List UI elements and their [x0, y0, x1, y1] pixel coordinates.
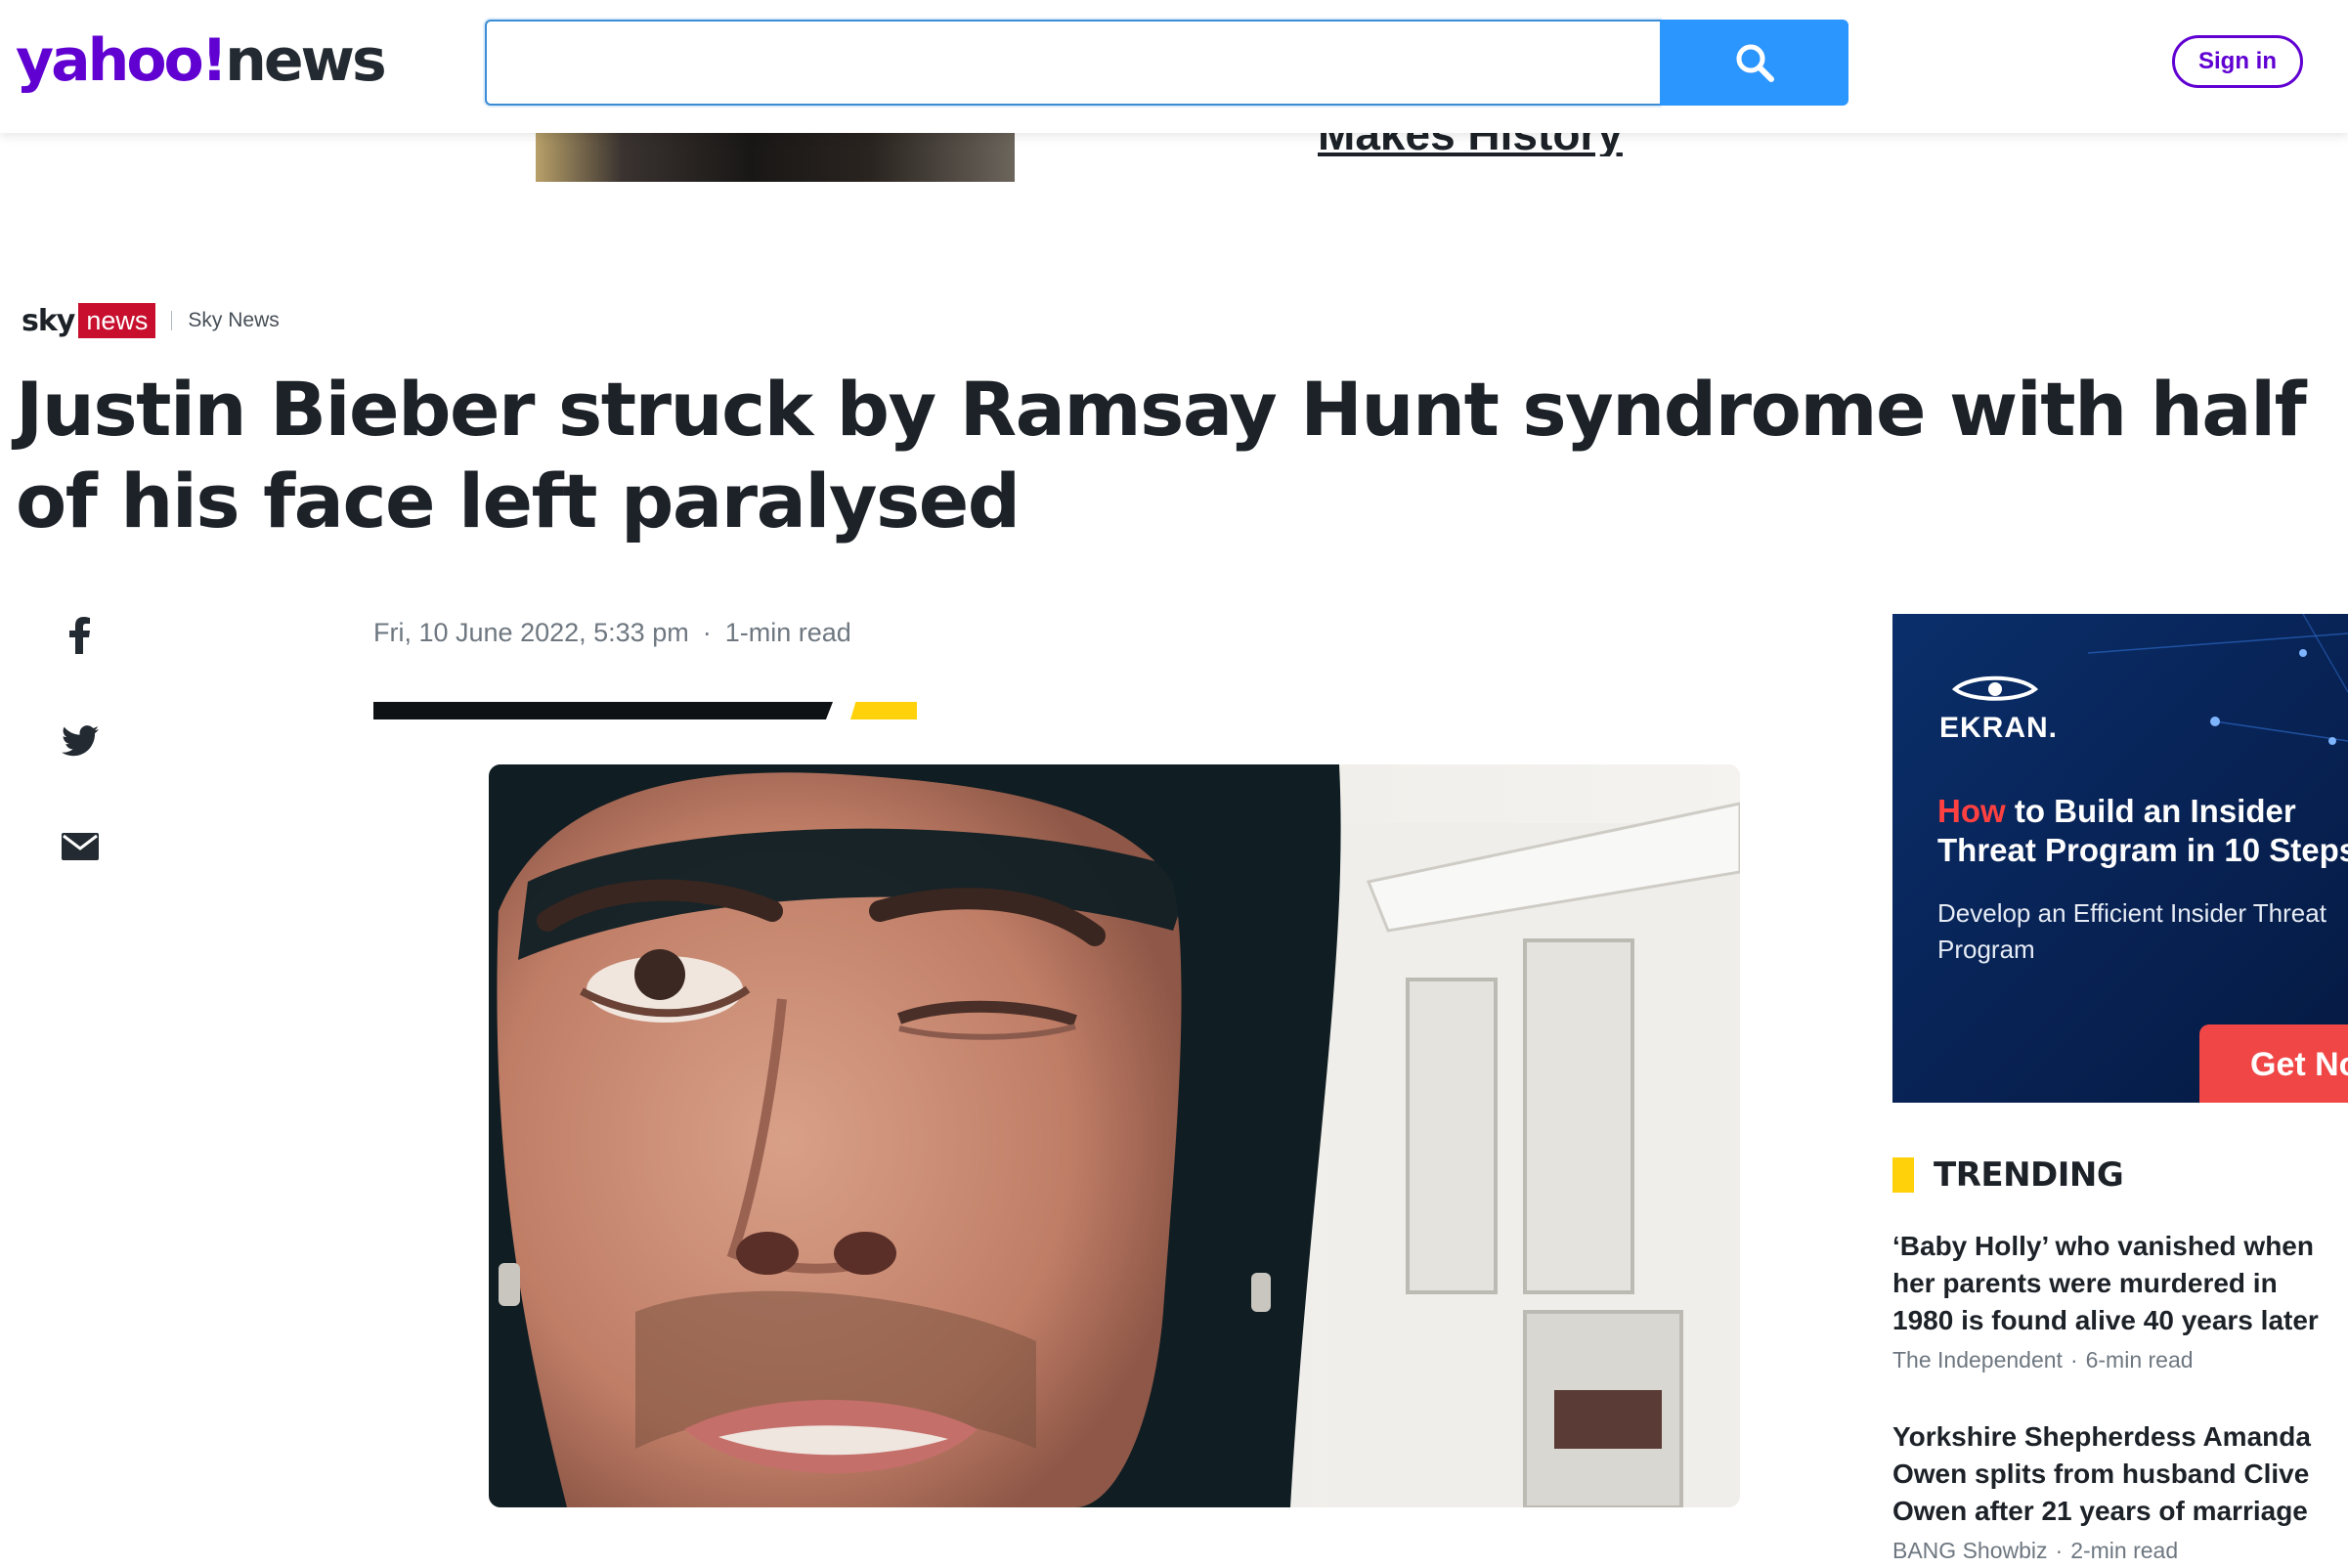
- sky-logo-text: sky: [22, 303, 75, 338]
- article-headline: Justin Bieber struck by Ramsay Hunt synd…: [16, 366, 2307, 544]
- site-header: yahoo!news Sign in: [0, 0, 2348, 133]
- ad-title-line1: to Build an Insider: [2005, 793, 2296, 829]
- ad-title-highlight: How: [1937, 793, 2006, 829]
- trending-item-separator: ·: [2069, 1347, 2078, 1372]
- ad-cta-button[interactable]: Get Now: [2199, 1024, 2348, 1103]
- trending-item-title[interactable]: ‘Baby Holly’ who vanished when her paren…: [1892, 1228, 2323, 1339]
- ad-title: How to Build an Insider Threat Program i…: [1937, 792, 2348, 870]
- trending-label: TRENDING: [1934, 1155, 2124, 1195]
- ad-brand: EKRAN.: [1939, 712, 2059, 744]
- twitter-icon: [62, 725, 99, 757]
- trending-item[interactable]: ‘Baby Holly’ who vanished when her paren…: [1892, 1228, 2323, 1373]
- logo-news-text: news: [225, 26, 387, 95]
- trending-item-meta: The Independent · 6-min read: [1892, 1347, 2323, 1373]
- trending-item-title[interactable]: Yorkshire Shepherdess Amanda Owen splits…: [1892, 1418, 2323, 1530]
- ad-title-line2: Threat Program in 10 Steps: [1937, 832, 2348, 868]
- divider-bar-yellow: [850, 702, 917, 719]
- trending-item-read-time: 2-min read: [2070, 1538, 2179, 1563]
- search-input[interactable]: [485, 20, 1660, 106]
- previous-story-image[interactable]: [536, 129, 1015, 182]
- share-mail-button[interactable]: [61, 827, 100, 866]
- logo-yahoo-text: yahoo!: [16, 26, 228, 95]
- hero-image-illustration: [489, 764, 1740, 1507]
- article-meta: Fri, 10 June 2022, 5:33 pm · 1-min read: [373, 618, 851, 648]
- trending-item[interactable]: Yorkshire Shepherdess Amanda Owen splits…: [1892, 1418, 2323, 1564]
- search-button[interactable]: [1660, 20, 1848, 106]
- meta-separator: ·: [702, 618, 712, 647]
- provider-name[interactable]: Sky News: [188, 309, 279, 332]
- sky-news-badge: news: [78, 303, 156, 338]
- trending-item-read-time: 6-min read: [2085, 1347, 2194, 1372]
- trending-item-source: The Independent: [1892, 1347, 2063, 1372]
- sign-in-button[interactable]: Sign in: [2172, 35, 2303, 88]
- share-twitter-button[interactable]: [61, 721, 100, 761]
- trending-header: TRENDING: [1892, 1155, 2124, 1195]
- yahoo-news-logo[interactable]: yahoo!news: [16, 22, 387, 100]
- trending-item-separator: ·: [2055, 1538, 2064, 1563]
- trending-accent-bar: [1892, 1157, 1914, 1193]
- publish-date: Fri, 10 June 2022, 5:33 pm: [373, 618, 689, 647]
- search-icon: [1736, 44, 1774, 82]
- trending-item-meta: BANG Showbiz · 2-min read: [1892, 1538, 2323, 1564]
- ad-subtitle: Develop an Efficient Insider Threat Prog…: [1937, 898, 2326, 964]
- provider-divider: [171, 311, 173, 330]
- trending-item-source: BANG Showbiz: [1892, 1538, 2048, 1563]
- divider-bar-black: [373, 702, 833, 719]
- provider-row: sky news Sky News: [22, 301, 280, 340]
- facebook-icon: [69, 617, 90, 654]
- mail-icon: [62, 833, 99, 860]
- read-time: 1-min read: [724, 618, 851, 647]
- share-facebook-button[interactable]: [61, 616, 100, 655]
- eye-logo-icon: [1951, 675, 2039, 701]
- article-hero-image[interactable]: [489, 764, 1740, 1507]
- sidebar-ad[interactable]: EKRAN. How to Build an Insider Threat Pr…: [1892, 614, 2348, 1103]
